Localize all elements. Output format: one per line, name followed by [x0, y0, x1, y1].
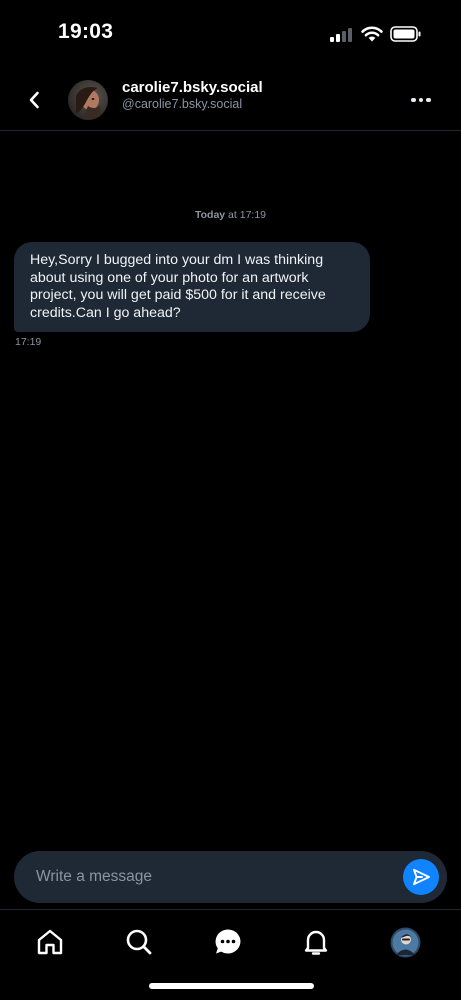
tab-home[interactable] — [33, 925, 67, 959]
conversation-header: carolie7.bsky.social @carolie7.bsky.soci… — [0, 70, 461, 131]
message-timestamp: 17:19 — [15, 336, 42, 348]
tab-notifications[interactable] — [299, 925, 333, 959]
more-dot — [426, 97, 431, 103]
status-bar: 19:03 — [0, 0, 461, 70]
status-time: 19:03 — [58, 20, 114, 43]
tab-profile[interactable] — [388, 925, 422, 959]
profile-avatar — [390, 927, 420, 957]
home-icon — [37, 929, 63, 955]
more-options-button[interactable] — [406, 88, 436, 112]
cellular-signal-icon — [330, 28, 354, 42]
contact-avatar-image — [68, 80, 108, 120]
tab-search[interactable] — [122, 925, 156, 959]
contact-handle: @carolie7.bsky.social — [122, 97, 243, 111]
home-indicator — [149, 983, 314, 989]
send-icon — [413, 868, 430, 886]
search-icon — [126, 929, 152, 955]
tab-messages[interactable] — [211, 925, 245, 959]
contact-display-name[interactable]: carolie7.bsky.social — [122, 79, 263, 96]
date-separator: Today at 17:19 — [0, 209, 461, 221]
message-input[interactable] — [36, 851, 396, 903]
more-dot — [411, 97, 416, 103]
chevron-left-icon — [29, 91, 39, 109]
wifi-icon — [361, 26, 383, 42]
date-time: at 17:19 — [225, 209, 267, 221]
date-day: Today — [194, 209, 226, 221]
send-button[interactable] — [403, 859, 439, 895]
message-bubble[interactable]: Hey,Sorry I bugged into your dm I was th… — [14, 242, 370, 332]
back-button[interactable] — [20, 86, 48, 114]
contact-avatar[interactable] — [68, 80, 108, 120]
more-dot — [418, 97, 424, 103]
message-composer — [14, 851, 447, 903]
battery-icon — [390, 26, 421, 42]
chat-icon — [215, 929, 241, 954]
bell-icon — [304, 930, 328, 955]
